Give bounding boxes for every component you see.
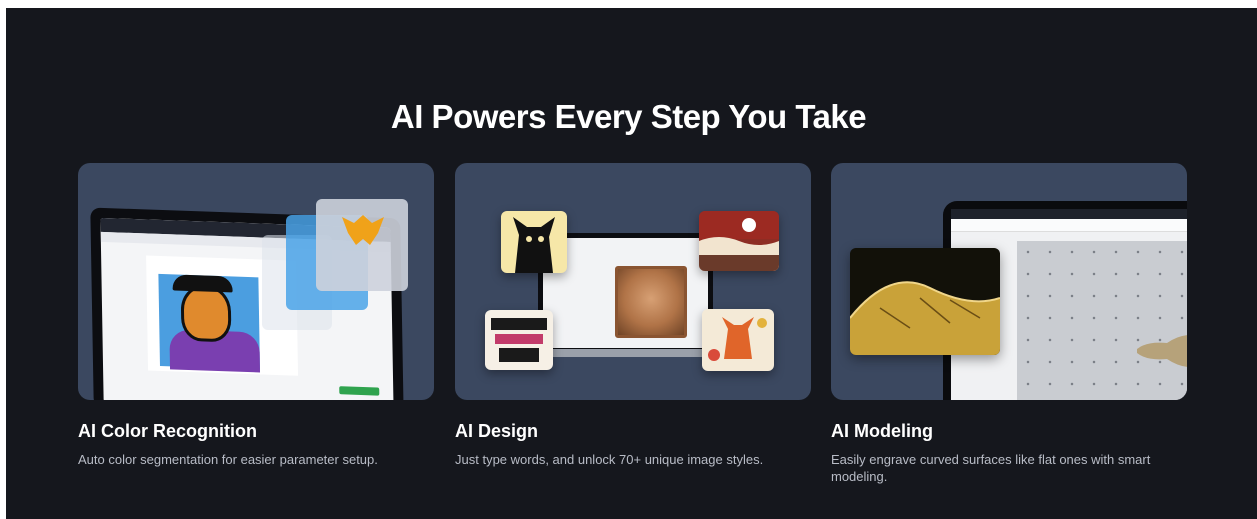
carved-eagle-image	[615, 266, 687, 338]
card-ai-design-image	[455, 163, 811, 400]
style-sample-cat	[501, 211, 567, 273]
card-ai-color-recognition-image	[78, 163, 434, 400]
work-area	[1017, 241, 1187, 400]
card-title: AI Color Recognition	[78, 421, 257, 441]
card-description: Easily engrave curved surfaces like flat…	[831, 452, 1151, 484]
vase-model	[1137, 335, 1187, 367]
start-button-graphic	[339, 386, 380, 396]
laptop-screen	[543, 238, 708, 348]
card-ai-modeling-image	[831, 163, 1187, 400]
tiger-mask-icon	[342, 215, 384, 245]
style-sample-landscape	[699, 211, 779, 271]
card-title: AI Design	[455, 421, 539, 441]
style-sample-fox	[702, 309, 774, 371]
card-title: AI Modeling	[831, 421, 933, 441]
section-title: AI Powers Every Step You Take	[390, 98, 867, 135]
style-sample-typography	[485, 310, 553, 370]
card-description: Auto color segmentation for easier param…	[78, 452, 378, 467]
engraved-curve-photo	[850, 248, 1000, 355]
card-description: Just type words, and unlock 70+ unique i…	[455, 452, 764, 467]
